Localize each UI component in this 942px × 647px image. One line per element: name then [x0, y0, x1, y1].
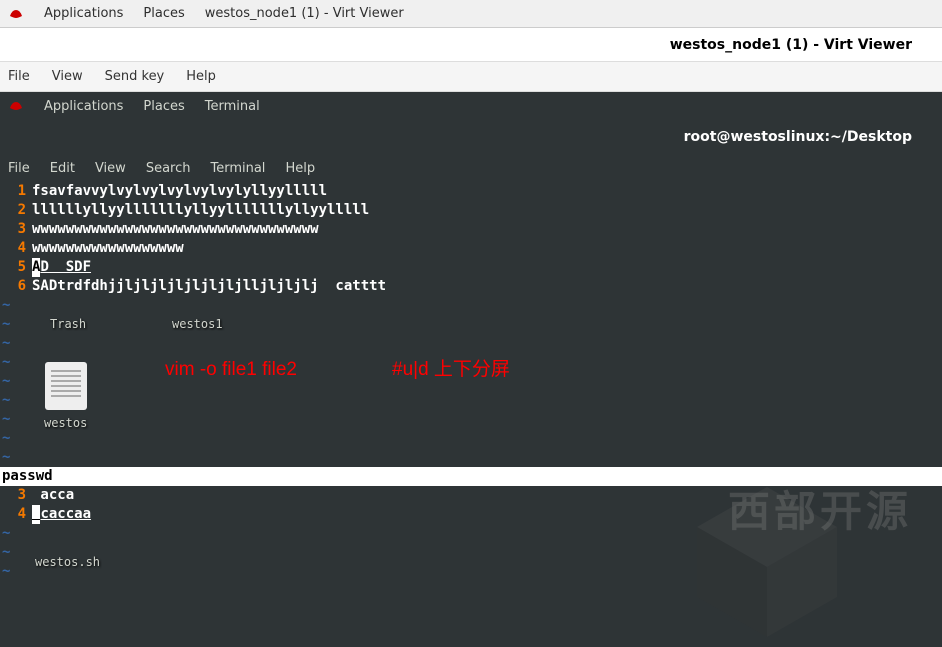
line-number: 2 [0, 201, 32, 220]
viewer-menu-help[interactable]: Help [186, 69, 216, 84]
vim-tilde: ~ [0, 334, 942, 353]
window-title: westos_node1 (1) - Virt Viewer [670, 37, 912, 53]
guest-terminal[interactable]: Terminal [205, 99, 260, 114]
guest-applications[interactable]: Applications [44, 99, 123, 114]
term-menu-edit[interactable]: Edit [50, 161, 75, 176]
viewer-menu-view[interactable]: View [52, 69, 83, 84]
vim-tilde: ~ [0, 448, 942, 467]
term-menu-view[interactable]: View [95, 161, 126, 176]
code-line: wwwwwwwwwwwwwwwwwwwwwwwwwwwwwwwwww [32, 220, 319, 239]
line-number: 1 [0, 182, 32, 201]
guest-window-title: root@westoslinux:~/Desktop [684, 129, 912, 145]
line-number: 5 [0, 258, 32, 277]
code-line: fsavfavvylvylvylvylvylvylyllyylllll [32, 182, 327, 201]
redhat-icon [8, 100, 24, 112]
viewer-menu-sendkey[interactable]: Send key [105, 69, 165, 84]
term-menu-search[interactable]: Search [146, 161, 191, 176]
guest-places[interactable]: Places [143, 99, 184, 114]
code-line: caccaa [32, 505, 91, 524]
vim-tilde: ~ [0, 353, 942, 372]
viewer-menu-file[interactable]: File [8, 69, 30, 84]
host-app-title[interactable]: westos_node1 (1) - Virt Viewer [205, 6, 404, 21]
code-line: wwwwwwwwwwwwwwwwww [32, 239, 184, 258]
term-menu-file[interactable]: File [8, 161, 30, 176]
line-number: 4 [0, 505, 32, 524]
line-number: 3 [0, 220, 32, 239]
vim-tilde: ~ [0, 296, 942, 315]
terminal-body[interactable]: 西部开源 Trash westos1 westos westos.sh vim … [0, 182, 942, 581]
code-line: AD SDF [32, 258, 91, 277]
code-line: llllllyllyylllllllyllyylllllllyllyylllll [32, 201, 369, 220]
term-menu-help[interactable]: Help [285, 161, 315, 176]
redhat-icon [8, 8, 24, 20]
vim-bottom-pane[interactable]: 3 acca 4 caccaa ~ ~ ~ [0, 486, 942, 581]
term-menu-terminal[interactable]: Terminal [210, 161, 265, 176]
vim-tilde: ~ [0, 372, 942, 391]
vim-tilde: ~ [0, 543, 942, 562]
code-line: SADtrdfdhjjljljljljljljljlljljljlj cattt… [32, 277, 386, 296]
vim-tilde: ~ [0, 524, 942, 543]
line-number: 6 [0, 277, 32, 296]
line-number: 4 [0, 239, 32, 258]
vim-tilde: ~ [0, 562, 942, 581]
line-number: 3 [0, 486, 32, 505]
vim-tilde: ~ [0, 391, 942, 410]
code-line: acca [32, 486, 74, 505]
vim-top-pane[interactable]: 1fsavfavvylvylvylvylvylvylyllyylllll 2ll… [0, 182, 942, 467]
vim-tilde: ~ [0, 315, 942, 334]
vim-tilde: ~ [0, 429, 942, 448]
host-applications[interactable]: Applications [44, 6, 123, 21]
host-places[interactable]: Places [143, 6, 184, 21]
vim-tilde: ~ [0, 410, 942, 429]
